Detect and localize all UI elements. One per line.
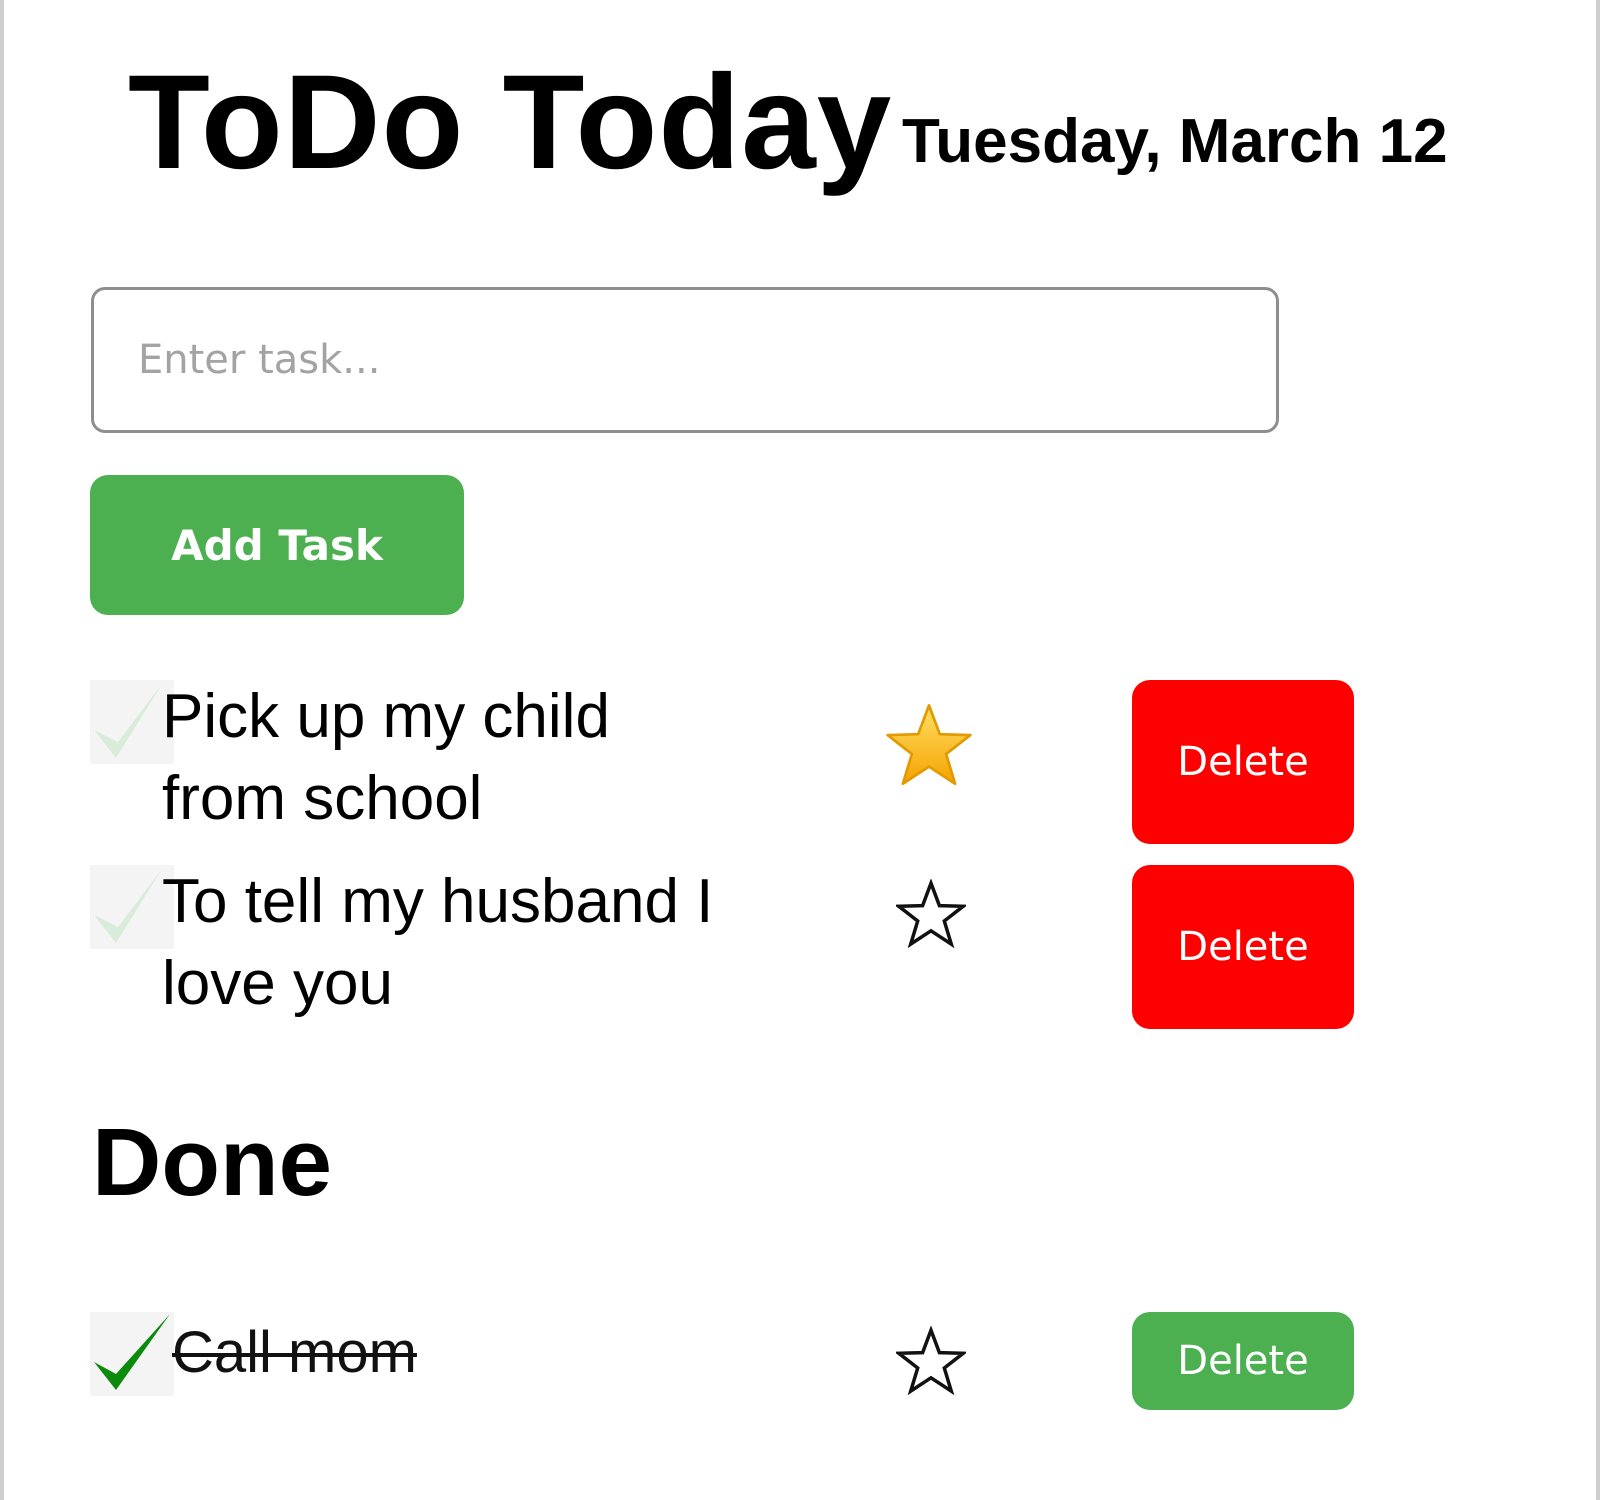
page-title: ToDo Today [128, 48, 893, 197]
star-filled-icon[interactable] [884, 700, 974, 790]
done-task-text: Call mom [172, 1320, 417, 1385]
task-text-line: To tell my husband I [162, 867, 714, 936]
task-text-line: love you [162, 949, 393, 1018]
task-text: To tell my husband I love you [162, 861, 713, 1025]
delete-button[interactable]: Delete [1132, 865, 1354, 1029]
add-task-button[interactable]: Add Task [90, 475, 464, 615]
task-row: To tell my husband I love you Delete [90, 865, 1360, 1033]
task-row: Pick up my child from school Delete [90, 680, 1360, 848]
done-heading: Done [92, 1109, 332, 1216]
done-row: Call mom Delete [90, 1310, 1360, 1410]
delete-button[interactable]: Delete [1132, 1312, 1354, 1410]
delete-button[interactable]: Delete [1132, 680, 1354, 844]
star-outline-icon[interactable] [893, 878, 969, 949]
task-text-line: Pick up my child [162, 682, 610, 751]
check-icon[interactable] [90, 1312, 174, 1396]
star-outline-icon[interactable] [893, 1325, 969, 1396]
app-window: ToDo Today Tuesday, March 12 Add Task Pi… [0, 0, 1600, 1500]
date-label: Tuesday, March 12 [902, 107, 1448, 176]
task-input[interactable] [91, 287, 1279, 433]
task-text-line: from school [162, 764, 483, 833]
task-text: Pick up my child from school [162, 676, 610, 840]
